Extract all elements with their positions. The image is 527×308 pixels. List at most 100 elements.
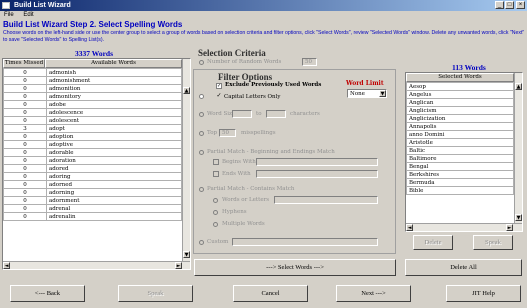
available-row[interactable]: 0 admonition [3,84,182,93]
selected-words-table[interactable]: Selected Words Aesop Angelus Anglican Angli… [405,72,523,232]
capital-only-label: Capital Letters Only [224,94,281,100]
radio-partial-contains[interactable] [199,187,204,192]
back-button[interactable]: <--- Back [10,285,85,302]
radio-word-size[interactable] [199,112,204,117]
minimize-button[interactable]: _ [495,1,504,9]
selected-row[interactable]: Anglicization [406,114,514,123]
available-row[interactable]: 0 adorable [3,148,182,157]
col-selected-words[interactable]: Selected Words [406,73,514,82]
available-row[interactable]: 0 admonish [3,68,182,77]
ends-with-label: Ends With [222,171,251,177]
scroll-up-arrow[interactable]: ▲ [183,87,190,94]
scroll-down-arrow[interactable]: ▼ [183,251,190,258]
col-times-missed[interactable]: Times Missed [3,59,45,68]
selected-row[interactable]: Aristotle [406,138,514,147]
available-row[interactable]: 0 adolescence [3,108,182,117]
available-word-cell: admonitory [46,92,182,101]
selected-row[interactable]: anno Domini [406,130,514,139]
begins-with-input[interactable] [256,158,378,166]
radio-words-or-letters[interactable] [213,198,218,203]
menu-edit[interactable]: Edit [19,11,37,20]
selected-word-cell: Bible [406,186,514,195]
selected-row[interactable]: Bible [406,186,514,195]
menu-bar: File Edit [0,11,527,20]
available-row[interactable]: 0 adoration [3,156,182,165]
selected-row[interactable]: Aesop [406,82,514,91]
radio-custom[interactable] [199,240,204,245]
available-row[interactable]: 0 adorned [3,180,182,189]
available-row[interactable]: 0 adrenalin [3,212,182,221]
exclude-used-checkbox[interactable]: ✓ [216,83,222,89]
close-button[interactable]: × [516,1,525,9]
top-count-input[interactable]: 50 [219,129,236,137]
available-row[interactable]: 0 adornment [3,196,182,205]
delete-button[interactable]: Delete [413,235,453,250]
capital-check-mark: ✓ [216,92,222,99]
ends-with-input[interactable] [256,170,378,178]
word-size-min-input[interactable] [232,110,252,118]
available-row[interactable]: 0 adobe [3,100,182,109]
selected-row[interactable]: Angelus [406,90,514,99]
available-row[interactable]: 0 adrenal [3,204,182,213]
times-missed-cell: 0 [3,148,47,157]
radio-multiple-words[interactable] [213,222,218,227]
partial-begin-end-label: Partial Match - Beginning and Endings Ma… [207,149,335,155]
selected-row[interactable]: Bermuda [406,178,514,187]
next-button[interactable]: Next ---> [336,285,411,302]
word-size-label: Word Size [207,111,236,117]
available-row[interactable]: 0 adoption [3,132,182,141]
selected-row[interactable]: Baltimore [406,154,514,163]
available-row[interactable]: 0 adolescent [3,116,182,125]
col-available-words[interactable]: Available Words [45,59,182,68]
available-row[interactable]: 0 admonitory [3,92,182,101]
selected-scroll-down-arrow[interactable]: ▼ [515,214,522,221]
selected-row[interactable]: Baltic [406,146,514,155]
delete-all-button[interactable]: Delete All [405,259,522,276]
selected-row[interactable]: Berkshires [406,170,514,179]
maximize-button[interactable]: □ [505,1,514,9]
times-missed-cell: 0 [3,196,47,205]
select-words-button[interactable]: ---> Select Words ---> [194,259,396,276]
cancel-button[interactable]: Cancel [233,285,308,302]
word-size-max-input[interactable] [266,110,286,118]
selected-row[interactable]: Bengal [406,162,514,171]
radio-partial-begin-end[interactable] [199,150,204,155]
scroll-left-arrow[interactable]: ◄ [3,262,10,269]
help-button[interactable]: JIT Help [446,285,521,302]
random-count-input[interactable]: 50 [302,58,317,66]
partial-contains-label: Partial Match - Contains Match [207,186,295,192]
available-word-cell: adrenal [46,204,182,213]
selected-row[interactable]: Anglican [406,98,514,107]
begins-with-checkbox[interactable] [213,159,219,165]
radio-random[interactable] [199,60,204,65]
scroll-right-arrow[interactable]: ► [175,262,182,269]
custom-input[interactable] [232,238,378,246]
available-row[interactable]: 0 adored [3,164,182,173]
speak-selected-button[interactable]: Speak [473,235,513,250]
available-words-table[interactable]: Times Missed Available Words 0 admonish 0 a… [2,58,191,270]
radio-capital[interactable] [199,94,204,99]
speak-button[interactable]: Speak [118,285,193,302]
available-vscroll[interactable]: ▲ ▼ [182,59,190,261]
radio-top[interactable] [199,131,204,136]
available-hscroll[interactable]: ◄ ► [3,261,190,269]
available-row[interactable]: 3 adopt [3,124,182,133]
selected-hscroll[interactable]: ◄ ► [406,223,522,231]
available-row[interactable]: 0 adoptive [3,140,182,149]
selected-scroll-right-arrow[interactable]: ► [506,224,513,231]
contains-input[interactable] [274,196,378,204]
menu-file[interactable]: File [0,11,18,20]
available-row[interactable]: 0 adorning [3,188,182,197]
available-row[interactable]: 0 adoring [3,172,182,181]
selected-scroll-up-arrow[interactable]: ▲ [515,83,522,90]
selected-vscroll[interactable]: ▲ ▼ [514,73,522,223]
available-row[interactable]: 0 admonishment [3,76,182,85]
radio-hyphens[interactable] [213,210,218,215]
chevron-down-icon[interactable]: ▼ [379,90,386,97]
selected-row[interactable]: Anglicism [406,106,514,115]
selected-scroll-left-arrow[interactable]: ◄ [406,224,413,231]
word-limit-select[interactable]: None ▼ [347,89,387,98]
ends-with-checkbox[interactable] [213,171,219,177]
selected-row[interactable]: Annapolis [406,122,514,131]
random-words-label: Number of Random Words [207,59,282,65]
